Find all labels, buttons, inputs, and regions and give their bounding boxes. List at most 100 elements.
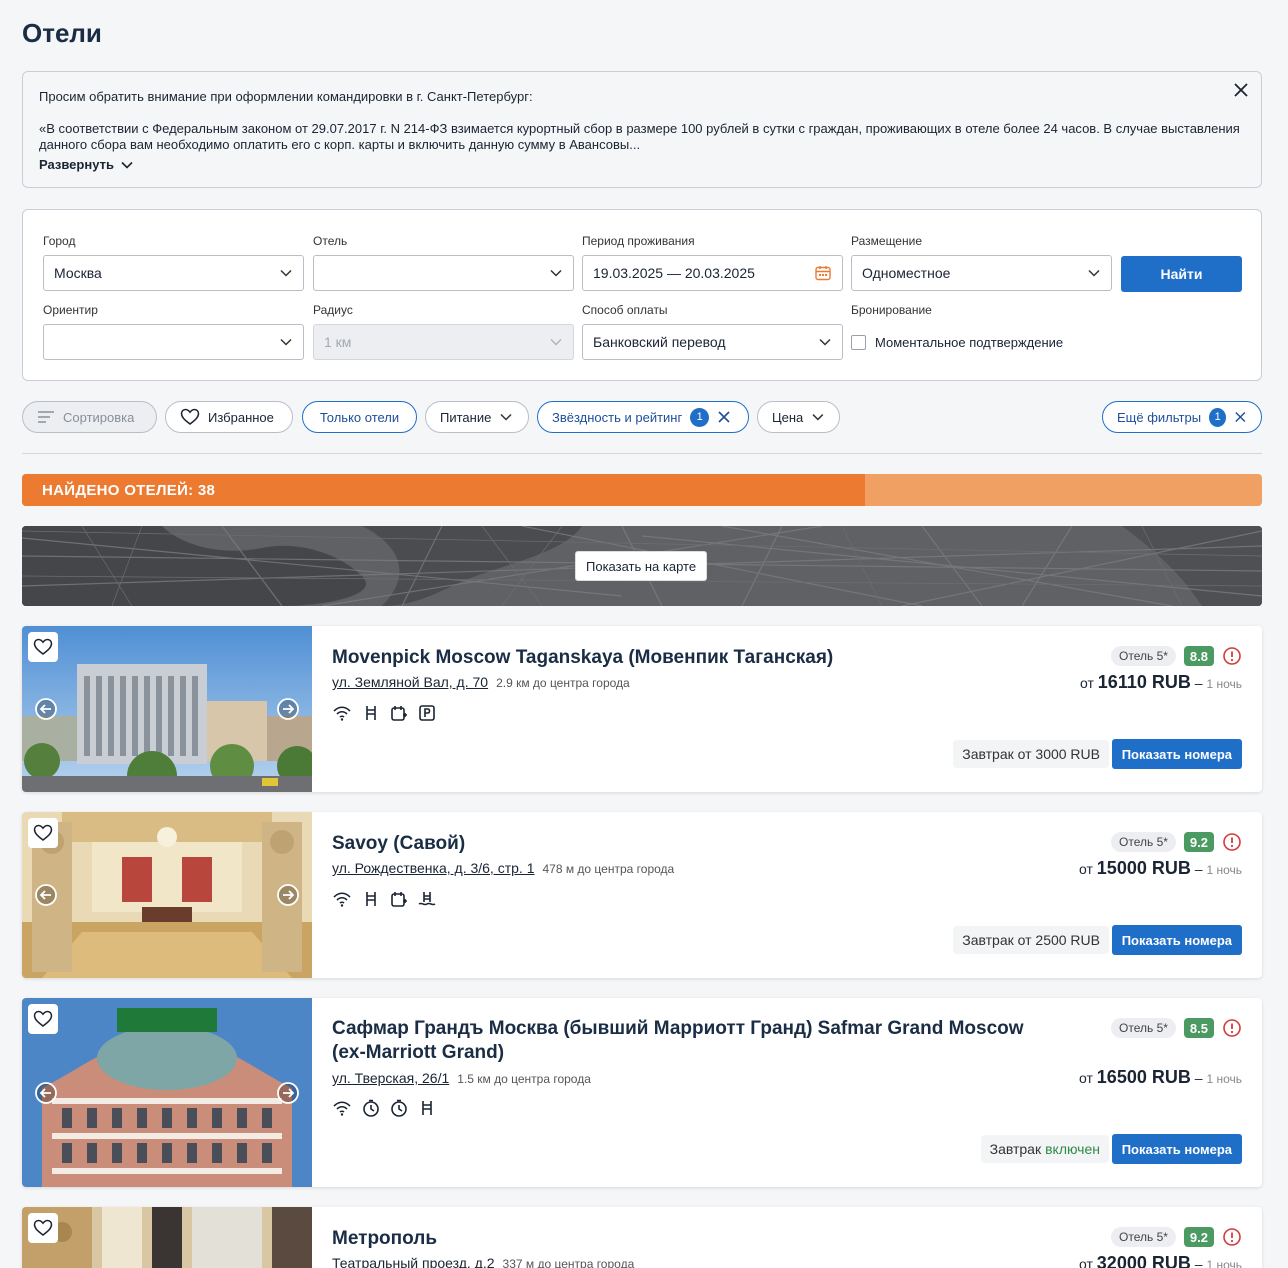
wifi-icon bbox=[333, 1101, 351, 1116]
wifi-icon bbox=[333, 892, 351, 907]
show-rooms-button[interactable]: Показать номера bbox=[1111, 739, 1242, 769]
instant-confirm-checkbox-row[interactable]: Моментальное подтверждение bbox=[851, 324, 1112, 360]
hotel-address[interactable]: ул. Рождественка, д. 3/6, стр. 1 bbox=[332, 860, 534, 876]
hotel-photo[interactable] bbox=[22, 812, 312, 978]
amenities bbox=[332, 1099, 436, 1117]
accommodation-select[interactable]: Одноместное bbox=[851, 255, 1112, 291]
radius-select: 1 км bbox=[313, 324, 574, 360]
calendar-icon[interactable] bbox=[814, 264, 832, 282]
city-field: Город Москва bbox=[43, 234, 304, 291]
landmark-field: Ориентир bbox=[43, 303, 304, 360]
close-icon[interactable] bbox=[717, 410, 731, 424]
more-filters-chip[interactable]: Ещё фильтры 1 bbox=[1102, 401, 1262, 433]
stars-rating-count-badge: 1 bbox=[690, 407, 710, 427]
arrow-right-icon[interactable] bbox=[276, 1081, 300, 1105]
hotel-name[interactable]: Savoy (Савой) bbox=[332, 832, 1052, 856]
info-icon[interactable] bbox=[1222, 832, 1242, 852]
timer-icon bbox=[363, 1099, 379, 1117]
hotel-name[interactable]: Метрополь bbox=[332, 1227, 1052, 1251]
chevron-down-icon bbox=[280, 269, 292, 277]
hotel-card[interactable]: Savoy (Савой) ул. Рождественка, д. 3/6, … bbox=[22, 812, 1262, 978]
notice-line2: «В соответствии с Федеральным законом от… bbox=[39, 121, 1240, 152]
food-chip[interactable]: Питание bbox=[425, 401, 529, 433]
results-count-bar: НАЙДЕНО ОТЕЛЕЙ: 38 bbox=[22, 474, 1262, 506]
notice-line1: Просим обратить внимание при оформлении … bbox=[39, 89, 533, 104]
show-on-map-button[interactable]: Показать на карте bbox=[575, 551, 708, 581]
favorite-button[interactable] bbox=[28, 632, 58, 662]
hotel-address-row: ул. Земляной Вал, д. 70 2.9 км до центра… bbox=[332, 674, 630, 690]
price-prefix: от bbox=[1079, 1256, 1093, 1268]
period-value: 19.03.2025 — 20.03.2025 bbox=[593, 265, 755, 281]
show-rooms-button[interactable]: Показать номера bbox=[1111, 1134, 1242, 1164]
stars-rating-chip[interactable]: Звёздность и рейтинг 1 bbox=[537, 401, 749, 433]
city-label: Город bbox=[43, 234, 76, 248]
price-chip[interactable]: Цена bbox=[757, 401, 840, 433]
hotel-photo-image bbox=[22, 626, 312, 792]
results-count-label: НАЙДЕНО ОТЕЛЕЙ: 38 bbox=[42, 482, 216, 499]
hotel-address[interactable]: ул. Тверская, 26/1 bbox=[332, 1070, 449, 1086]
rating-badge: 9.2 bbox=[1183, 832, 1214, 852]
price-label: Цена bbox=[772, 409, 804, 425]
show-rooms-button[interactable]: Показать номера bbox=[1111, 925, 1242, 955]
hotel-field: Отель bbox=[313, 234, 574, 291]
per-night: 1 ночь bbox=[1206, 863, 1242, 877]
pool-icon bbox=[418, 892, 436, 906]
close-icon[interactable] bbox=[1234, 410, 1247, 424]
landmark-select[interactable] bbox=[43, 324, 304, 360]
info-icon[interactable] bbox=[1222, 1227, 1242, 1247]
hotel-card[interactable]: Сафмар Грандъ Москва (бывший Марриотт Гр… bbox=[22, 998, 1262, 1187]
payment-label: Способ оплаты bbox=[582, 303, 668, 317]
price-value: 16500 RUB bbox=[1096, 1067, 1191, 1087]
chevron-down-icon bbox=[121, 161, 133, 169]
breakfast-label: Завтрак bbox=[989, 1141, 1042, 1157]
expand-label: Развернуть bbox=[39, 157, 114, 172]
instant-confirm-checkbox[interactable] bbox=[851, 334, 866, 350]
hotel-photo[interactable] bbox=[22, 998, 312, 1187]
hotel-name[interactable]: Сафмар Грандъ Москва (бывший Марриотт Гр… bbox=[332, 1017, 1052, 1065]
favorite-button[interactable] bbox=[28, 1213, 58, 1243]
arrow-right-icon[interactable] bbox=[276, 697, 300, 721]
hotel-address-row: ул. Тверская, 26/1 1.5 км до центра горо… bbox=[332, 1070, 591, 1086]
hotel-card[interactable]: Movenpick Moscow Taganskaya (Мовенпик Та… bbox=[22, 626, 1262, 792]
heart-icon bbox=[33, 1010, 53, 1027]
favorite-button[interactable] bbox=[28, 1004, 58, 1034]
period-input[interactable]: 19.03.2025 — 20.03.2025 bbox=[582, 255, 843, 291]
stars-badge: Отель 5* bbox=[1111, 1018, 1176, 1038]
info-icon[interactable] bbox=[1222, 1018, 1242, 1038]
chevron-down-icon bbox=[819, 338, 831, 346]
amenities bbox=[332, 890, 436, 908]
arrow-left-icon[interactable] bbox=[34, 697, 58, 721]
arrow-left-icon[interactable] bbox=[34, 1081, 58, 1105]
hotel-photo-image bbox=[22, 998, 312, 1187]
hotel-address[interactable]: Театральный проезд, д.2 bbox=[332, 1255, 495, 1268]
sort-chip[interactable]: Сортировка bbox=[22, 401, 157, 433]
hotel-price: от 32000 RUB – 1 ночь bbox=[1079, 1253, 1242, 1268]
only-hotels-label: Только отели bbox=[319, 409, 400, 425]
hotel-card[interactable]: Метрополь Театральный проезд, д.2 337 м … bbox=[22, 1207, 1262, 1268]
hotel-photo[interactable] bbox=[22, 626, 312, 792]
payment-select[interactable]: Банковский перевод bbox=[582, 324, 843, 360]
favorite-button[interactable] bbox=[28, 818, 58, 848]
hotel-distance: 337 м до центра города bbox=[502, 1257, 635, 1268]
hotel-badges: Отель 5* 8.5 bbox=[1111, 1018, 1242, 1038]
stars-badge: Отель 5* bbox=[1111, 832, 1176, 852]
arrow-left-icon[interactable] bbox=[34, 883, 58, 907]
favorites-chip[interactable]: Избранное bbox=[165, 401, 293, 433]
hotel-select[interactable] bbox=[313, 255, 574, 291]
hotel-name[interactable]: Movenpick Moscow Taganskaya (Мовенпик Та… bbox=[332, 646, 1052, 670]
city-select[interactable]: Москва bbox=[43, 255, 304, 291]
hotel-photo[interactable] bbox=[22, 1207, 312, 1268]
find-button[interactable]: Найти bbox=[1121, 256, 1242, 292]
expand-button[interactable]: Развернуть bbox=[39, 157, 1245, 173]
stars-badge: Отель 5* bbox=[1111, 1227, 1176, 1247]
wifi-icon bbox=[333, 706, 351, 721]
arrow-right-icon[interactable] bbox=[276, 883, 300, 907]
only-hotels-chip[interactable]: Только отели bbox=[302, 401, 417, 433]
close-icon[interactable] bbox=[1231, 80, 1251, 100]
hotel-address[interactable]: ул. Земляной Вал, д. 70 bbox=[332, 674, 488, 690]
map-preview[interactable]: Показать на карте bbox=[22, 526, 1262, 606]
info-icon[interactable] bbox=[1222, 646, 1242, 666]
hotel-badges: Отель 5* 9.2 bbox=[1111, 832, 1242, 852]
breakfast-badge: Завтрак включен bbox=[980, 1135, 1109, 1163]
spa-icon bbox=[391, 892, 407, 907]
